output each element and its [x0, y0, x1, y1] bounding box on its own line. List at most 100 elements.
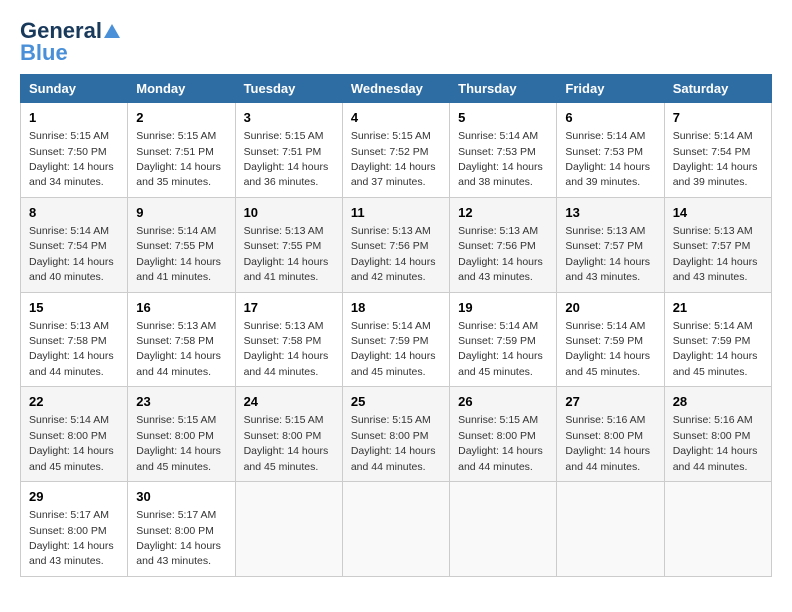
day-number: 9	[136, 204, 226, 222]
logo-text-general: General	[20, 20, 102, 42]
calendar-cell: 24 Sunrise: 5:15 AMSunset: 8:00 PMDayligh…	[235, 387, 342, 482]
day-number: 28	[673, 393, 763, 411]
calendar-cell: 8 Sunrise: 5:14 AMSunset: 7:54 PMDaylight…	[21, 197, 128, 292]
calendar-cell: 2 Sunrise: 5:15 AMSunset: 7:51 PMDaylight…	[128, 103, 235, 198]
day-info: Sunrise: 5:14 AMSunset: 7:54 PMDaylight:…	[29, 225, 114, 283]
col-header-monday: Monday	[128, 75, 235, 103]
col-header-thursday: Thursday	[450, 75, 557, 103]
calendar-cell: 6 Sunrise: 5:14 AMSunset: 7:53 PMDaylight…	[557, 103, 664, 198]
calendar-cell: 10 Sunrise: 5:13 AMSunset: 7:55 PMDayligh…	[235, 197, 342, 292]
day-info: Sunrise: 5:13 AMSunset: 7:58 PMDaylight:…	[136, 320, 221, 378]
calendar-cell: 21 Sunrise: 5:14 AMSunset: 7:59 PMDayligh…	[664, 292, 771, 387]
col-header-saturday: Saturday	[664, 75, 771, 103]
day-number: 17	[244, 299, 334, 317]
calendar-cell	[664, 482, 771, 577]
day-number: 23	[136, 393, 226, 411]
day-number: 3	[244, 109, 334, 127]
day-number: 15	[29, 299, 119, 317]
day-info: Sunrise: 5:14 AMSunset: 8:00 PMDaylight:…	[29, 414, 114, 472]
day-number: 13	[565, 204, 655, 222]
calendar-header-row: SundayMondayTuesdayWednesdayThursdayFrid…	[21, 75, 772, 103]
day-info: Sunrise: 5:14 AMSunset: 7:59 PMDaylight:…	[673, 320, 758, 378]
calendar-cell	[450, 482, 557, 577]
day-info: Sunrise: 5:13 AMSunset: 7:57 PMDaylight:…	[673, 225, 758, 283]
day-number: 1	[29, 109, 119, 127]
logo-triangle-icon	[104, 24, 120, 38]
logo: General Blue	[20, 20, 120, 64]
day-info: Sunrise: 5:17 AMSunset: 8:00 PMDaylight:…	[29, 509, 114, 567]
day-info: Sunrise: 5:13 AMSunset: 7:56 PMDaylight:…	[458, 225, 543, 283]
calendar-cell: 17 Sunrise: 5:13 AMSunset: 7:58 PMDayligh…	[235, 292, 342, 387]
calendar-cell: 3 Sunrise: 5:15 AMSunset: 7:51 PMDaylight…	[235, 103, 342, 198]
day-info: Sunrise: 5:13 AMSunset: 7:55 PMDaylight:…	[244, 225, 329, 283]
day-number: 18	[351, 299, 441, 317]
calendar-cell: 4 Sunrise: 5:15 AMSunset: 7:52 PMDaylight…	[342, 103, 449, 198]
day-number: 21	[673, 299, 763, 317]
col-header-sunday: Sunday	[21, 75, 128, 103]
day-number: 7	[673, 109, 763, 127]
day-info: Sunrise: 5:14 AMSunset: 7:59 PMDaylight:…	[458, 320, 543, 378]
day-info: Sunrise: 5:15 AMSunset: 7:51 PMDaylight:…	[244, 130, 329, 188]
day-number: 22	[29, 393, 119, 411]
day-number: 29	[29, 488, 119, 506]
calendar-week-2: 8 Sunrise: 5:14 AMSunset: 7:54 PMDaylight…	[21, 197, 772, 292]
day-number: 10	[244, 204, 334, 222]
calendar-cell: 11 Sunrise: 5:13 AMSunset: 7:56 PMDayligh…	[342, 197, 449, 292]
page-header: General Blue	[20, 20, 772, 64]
day-info: Sunrise: 5:14 AMSunset: 7:53 PMDaylight:…	[458, 130, 543, 188]
day-info: Sunrise: 5:13 AMSunset: 7:57 PMDaylight:…	[565, 225, 650, 283]
day-info: Sunrise: 5:17 AMSunset: 8:00 PMDaylight:…	[136, 509, 221, 567]
day-info: Sunrise: 5:16 AMSunset: 8:00 PMDaylight:…	[673, 414, 758, 472]
day-info: Sunrise: 5:13 AMSunset: 7:56 PMDaylight:…	[351, 225, 436, 283]
day-info: Sunrise: 5:14 AMSunset: 7:59 PMDaylight:…	[351, 320, 436, 378]
calendar-cell: 14 Sunrise: 5:13 AMSunset: 7:57 PMDayligh…	[664, 197, 771, 292]
calendar-cell: 20 Sunrise: 5:14 AMSunset: 7:59 PMDayligh…	[557, 292, 664, 387]
day-number: 8	[29, 204, 119, 222]
day-info: Sunrise: 5:15 AMSunset: 7:51 PMDaylight:…	[136, 130, 221, 188]
calendar-cell	[342, 482, 449, 577]
day-info: Sunrise: 5:15 AMSunset: 8:00 PMDaylight:…	[136, 414, 221, 472]
calendar-table: SundayMondayTuesdayWednesdayThursdayFrid…	[20, 74, 772, 577]
day-number: 26	[458, 393, 548, 411]
day-info: Sunrise: 5:14 AMSunset: 7:54 PMDaylight:…	[673, 130, 758, 188]
day-info: Sunrise: 5:13 AMSunset: 7:58 PMDaylight:…	[244, 320, 329, 378]
day-info: Sunrise: 5:15 AMSunset: 8:00 PMDaylight:…	[458, 414, 543, 472]
col-header-tuesday: Tuesday	[235, 75, 342, 103]
calendar-cell: 27Sunrise: 5:16 AMSunset: 8:00 PMDayligh…	[557, 387, 664, 482]
calendar-cell: 22 Sunrise: 5:14 AMSunset: 8:00 PMDayligh…	[21, 387, 128, 482]
calendar-cell: 19 Sunrise: 5:14 AMSunset: 7:59 PMDayligh…	[450, 292, 557, 387]
day-info: Sunrise: 5:13 AMSunset: 7:58 PMDaylight:…	[29, 320, 114, 378]
day-number: 14	[673, 204, 763, 222]
day-number: 2	[136, 109, 226, 127]
day-number: 30	[136, 488, 226, 506]
calendar-week-1: 1Sunrise: 5:15 AMSunset: 7:50 PMDaylight…	[21, 103, 772, 198]
day-number: 6	[565, 109, 655, 127]
day-info: Sunrise: 5:16 AMSunset: 8:00 PMDaylight:…	[565, 414, 650, 472]
calendar-cell: 5 Sunrise: 5:14 AMSunset: 7:53 PMDaylight…	[450, 103, 557, 198]
logo-text-blue: Blue	[20, 42, 68, 64]
calendar-cell: 26 Sunrise: 5:15 AMSunset: 8:00 PMDayligh…	[450, 387, 557, 482]
day-number: 4	[351, 109, 441, 127]
day-info: Sunrise: 5:15 AMSunset: 7:52 PMDaylight:…	[351, 130, 436, 188]
calendar-cell: 9Sunrise: 5:14 AMSunset: 7:55 PMDaylight…	[128, 197, 235, 292]
calendar-week-3: 15 Sunrise: 5:13 AMSunset: 7:58 PMDayligh…	[21, 292, 772, 387]
day-number: 5	[458, 109, 548, 127]
day-info: Sunrise: 5:15 AMSunset: 8:00 PMDaylight:…	[351, 414, 436, 472]
calendar-cell: 7 Sunrise: 5:14 AMSunset: 7:54 PMDaylight…	[664, 103, 771, 198]
day-info: Sunrise: 5:14 AMSunset: 7:59 PMDaylight:…	[565, 320, 650, 378]
day-number: 24	[244, 393, 334, 411]
day-info: Sunrise: 5:14 AMSunset: 7:53 PMDaylight:…	[565, 130, 650, 188]
day-number: 11	[351, 204, 441, 222]
day-number: 16	[136, 299, 226, 317]
calendar-cell: 25Sunrise: 5:15 AMSunset: 8:00 PMDayligh…	[342, 387, 449, 482]
day-number: 20	[565, 299, 655, 317]
day-info: Sunrise: 5:15 AMSunset: 8:00 PMDaylight:…	[244, 414, 329, 472]
calendar-week-5: 29 Sunrise: 5:17 AMSunset: 8:00 PMDayligh…	[21, 482, 772, 577]
calendar-cell: 29 Sunrise: 5:17 AMSunset: 8:00 PMDayligh…	[21, 482, 128, 577]
calendar-cell: 15 Sunrise: 5:13 AMSunset: 7:58 PMDayligh…	[21, 292, 128, 387]
calendar-cell: 13 Sunrise: 5:13 AMSunset: 7:57 PMDayligh…	[557, 197, 664, 292]
calendar-cell	[557, 482, 664, 577]
day-number: 19	[458, 299, 548, 317]
calendar-cell	[235, 482, 342, 577]
calendar-cell: 28 Sunrise: 5:16 AMSunset: 8:00 PMDayligh…	[664, 387, 771, 482]
